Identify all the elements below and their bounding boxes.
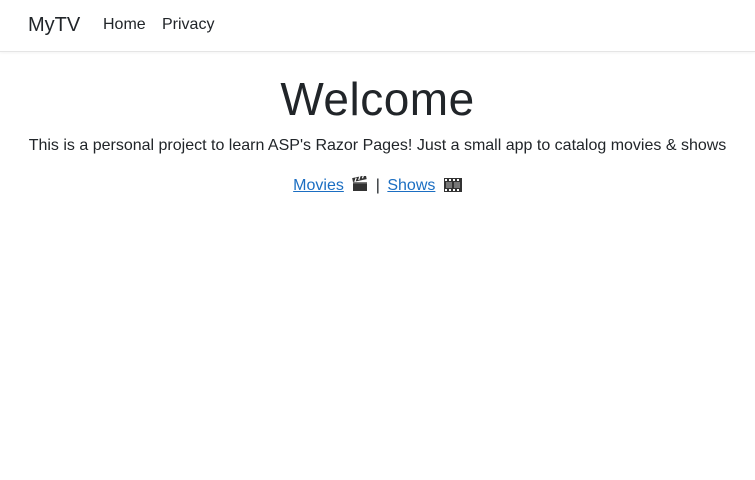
nav-privacy-link[interactable]: Privacy (162, 16, 214, 34)
shows-link[interactable]: Shows (387, 177, 435, 194)
link-separator: | (375, 177, 380, 194)
catalog-links: Movies | Shows (0, 174, 755, 198)
main-content: Welcome This is a personal project to le… (0, 52, 755, 198)
film-frames-icon (443, 178, 462, 198)
nav-home-link[interactable]: Home (103, 16, 146, 34)
movies-link[interactable]: Movies (293, 177, 344, 194)
page-title: Welcome (280, 73, 475, 125)
clapper-board-icon (352, 174, 368, 198)
brand-link[interactable]: MyTV (28, 13, 80, 37)
navbar: MyTV Home Privacy (0, 0, 755, 52)
intro-text: This is a personal project to learn ASP'… (28, 137, 727, 154)
